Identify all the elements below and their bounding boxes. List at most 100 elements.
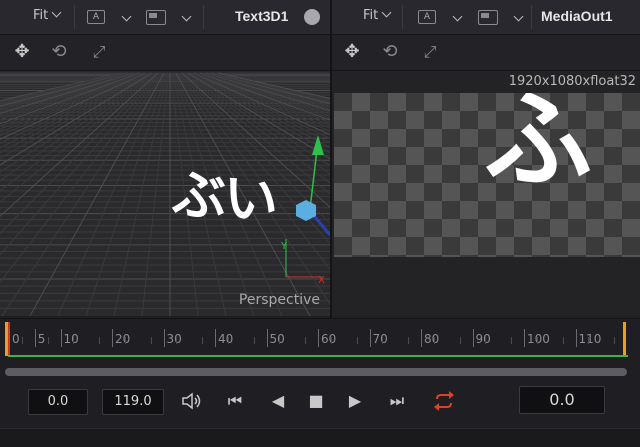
gizmo-y-arrow [312, 135, 324, 155]
channel-a-label: A [423, 12, 431, 22]
current-time-field[interactable]: 0.0 [519, 386, 605, 414]
speaker-icon[interactable] [180, 390, 204, 412]
timeline-minor-tick [459, 337, 461, 344]
timeline-minor-tick [47, 337, 49, 344]
timeline-tick-label: 60 [321, 332, 337, 346]
timeline-minor-tick [588, 337, 590, 344]
stop-icon[interactable]: ■ [306, 390, 326, 412]
right-channel-a-button[interactable]: A [418, 10, 436, 24]
right-view-mode-button[interactable] [478, 10, 498, 25]
timeline-tick-label: 40 [218, 332, 234, 346]
timeline-tick [34, 329, 36, 347]
move-icon[interactable]: ✥ [341, 41, 363, 63]
go-to-start-icon[interactable]: ⏮ [222, 390, 248, 412]
viewport-label: Perspective [238, 292, 320, 308]
start-time-field[interactable]: 0.0 [28, 389, 88, 415]
left-fit-dropdown[interactable]: Fit [33, 7, 62, 23]
range-end-marker[interactable] [623, 322, 626, 356]
left-view-mode-button[interactable] [146, 10, 166, 25]
left-viewer-header: Fit A Text3D1 [0, 0, 330, 35]
timeline-tick [9, 329, 10, 347]
right-node-title: MediaOut1 [541, 8, 613, 24]
resolution-readout: 1920x1080xfloat32 [508, 74, 636, 89]
timeline-minor-tick [227, 337, 229, 344]
divider [531, 5, 532, 29]
timeline-tick [369, 329, 371, 347]
rotate-icon[interactable]: ⟲ [379, 41, 401, 63]
end-time-field[interactable]: 119.0 [102, 389, 164, 415]
transform-gizmo[interactable]: Y X [0, 71, 330, 316]
rotate-icon[interactable]: ⟲ [48, 41, 70, 63]
chevron-down-icon [381, 7, 392, 18]
chevron-down-icon [51, 7, 62, 18]
timeline-minor-tick [408, 337, 410, 344]
transparency-checkerboard: ふ [334, 93, 640, 257]
right-fit-label: Fit [363, 8, 379, 23]
timeline-minor-tick [279, 337, 281, 344]
timeline-tick-label: 20 [115, 332, 131, 346]
timeline-minor-tick [536, 337, 538, 344]
right-tool-row: ✥ ⟲ ⤢ [332, 35, 640, 71]
output-text-render: ふ [484, 93, 593, 203]
timeline-tick-label: 0 [12, 332, 20, 346]
timeline-minor-tick [330, 337, 332, 344]
timeline-tick [266, 329, 268, 347]
chevron-down-icon[interactable] [121, 11, 132, 22]
divider [203, 5, 204, 29]
chevron-down-icon[interactable] [452, 11, 463, 22]
timeline-tick-label: 5 [37, 332, 46, 346]
timeline-tick-label: 110 [578, 332, 602, 346]
gizmo-x-letter: X [318, 275, 325, 286]
timeline-tick-label: 80 [424, 332, 440, 346]
play-icon[interactable]: ▶ [345, 390, 365, 412]
output-viewer[interactable]: 1920x1080xfloat32 ふ [332, 71, 640, 316]
perspective-viewport[interactable]: ぶい Y X Perspective [0, 71, 330, 316]
play-reverse-icon[interactable]: ◀ [268, 390, 288, 412]
timeline-tick-label: 100 [527, 332, 550, 346]
timeline-minor-tick [21, 337, 23, 344]
timeline-ruler[interactable]: 0 5 10 20 30 40 50 60 70 80 90 100 110 [0, 318, 640, 361]
timeline-minor-tick [382, 337, 384, 344]
timeline-tick-label: 50 [269, 332, 285, 346]
move-icon[interactable]: ✥ [11, 41, 33, 63]
timeline-minor-tick [124, 337, 126, 344]
timeline-minor-tick [253, 337, 255, 344]
scale-icon[interactable]: ⤢ [419, 41, 441, 63]
timeline-tick [112, 329, 113, 347]
channel-a-label: A [92, 12, 100, 22]
timeline-minor-tick [562, 337, 564, 344]
timeline-tick-label: 70 [372, 332, 388, 346]
go-to-end-icon[interactable]: ⏭ [384, 390, 410, 412]
timeline-minor-tick [150, 337, 152, 344]
divider [402, 5, 403, 29]
timeline-tick [524, 329, 525, 347]
loop-icon[interactable] [430, 390, 458, 412]
timeline-tick [60, 329, 62, 347]
timeline-scrollbar[interactable] [5, 368, 627, 376]
timeline-minor-tick [511, 337, 513, 344]
left-fit-label: Fit [33, 8, 49, 23]
timeline-minor-tick [202, 337, 204, 344]
chevron-down-icon[interactable] [513, 11, 524, 22]
left-channel-a-button[interactable]: A [87, 10, 105, 24]
bottom-toolbar [0, 428, 640, 447]
left-node-title: Text3D1 [235, 8, 289, 24]
right-fit-dropdown[interactable]: Fit [363, 7, 392, 23]
timeline-minor-tick [485, 337, 487, 344]
chevron-down-icon[interactable] [181, 11, 192, 22]
render-range-bar [8, 355, 628, 357]
timeline-minor-tick [99, 337, 101, 344]
timeline-minor-tick [356, 337, 358, 344]
timeline-minor-tick [433, 337, 435, 344]
timeline-tick [421, 329, 422, 347]
timeline-tick [215, 329, 216, 347]
gizmo-center-handle [296, 200, 316, 221]
timeline-tick [163, 329, 165, 347]
scale-icon[interactable]: ⤢ [88, 41, 110, 63]
timeline-tick-label: 10 [63, 332, 79, 346]
timeline-tick-label: 90 [475, 332, 491, 346]
timeline-minor-tick [305, 337, 307, 344]
timeline-tick [575, 329, 577, 347]
timeline-minor-tick [614, 337, 616, 344]
node-status-indicator [304, 9, 320, 25]
